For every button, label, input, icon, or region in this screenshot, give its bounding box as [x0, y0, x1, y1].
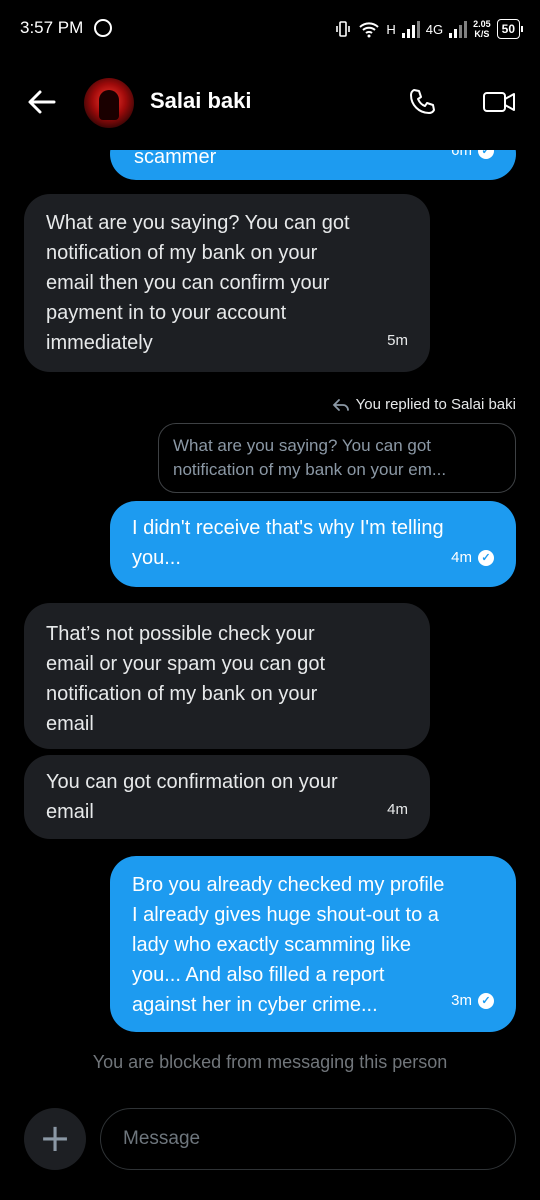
avatar-figure	[99, 90, 119, 120]
back-arrow-icon[interactable]	[24, 84, 60, 120]
message-time: 4m	[387, 801, 408, 818]
chat-header: Salai baki	[0, 60, 540, 150]
message-meta: 4m ✓	[451, 543, 494, 573]
blocked-notice: You are blocked from messaging this pers…	[92, 1052, 448, 1072]
message-time: 3m	[451, 992, 472, 1009]
video-camera-icon[interactable]	[482, 88, 516, 116]
message-bubble-received[interactable]: You can got confirmation on your email 4…	[24, 755, 430, 839]
signal-icon	[401, 20, 420, 38]
message-composer: +	[0, 1100, 540, 1180]
reply-label: You replied to Salai baki	[332, 396, 516, 413]
add-attachment-button[interactable]: +	[24, 1108, 86, 1170]
message-input[interactable]	[100, 1108, 516, 1170]
message-bubble-sent[interactable]: Bro you already checked my profile I alr…	[110, 856, 516, 1032]
network-h-label: H	[386, 21, 396, 37]
read-check-icon: ✓	[478, 550, 494, 566]
status-time: 3:57 PM	[20, 18, 84, 37]
message-text: That’s not possible check your email or …	[46, 623, 326, 735]
battery-level: 50	[501, 22, 515, 36]
reply-arrow-icon	[332, 398, 349, 411]
message-bubble-received[interactable]: That’s not possible check your email or …	[24, 603, 430, 749]
reply-label-text: You replied to Salai baki	[355, 396, 516, 413]
message-time: 4m	[451, 549, 472, 566]
message-text: Bro you already checked my profile I alr…	[132, 874, 445, 1016]
message-text: You can got confirmation on your email	[46, 771, 338, 823]
read-check-icon: ✓	[478, 993, 494, 1009]
phone-icon[interactable]	[406, 86, 438, 118]
network-4g-label: 4G	[425, 21, 444, 37]
message-text: What are you saying? You can got notific…	[46, 212, 350, 354]
avatar[interactable]	[84, 78, 134, 128]
message-text: I didn't receive that's why I'm telling …	[132, 517, 444, 569]
status-bar: 3:57 PM H 4G 2.05 K/S 50	[0, 0, 540, 60]
vibrate-icon	[336, 21, 351, 37]
speed-value: 2.05	[473, 19, 491, 29]
battery-icon: 50	[496, 19, 524, 39]
contact-name[interactable]: Salai baki	[150, 88, 252, 114]
message-meta: 4m	[387, 795, 408, 825]
status-icons: H 4G 2.05 K/S 50	[334, 14, 524, 44]
message-meta: 5m	[387, 326, 408, 356]
whatsapp-icon	[94, 19, 112, 37]
speed-unit: K/S	[474, 29, 490, 39]
message-bubble-sent[interactable]: I didn't receive that's why I'm telling …	[110, 501, 516, 587]
message-time: 5m	[387, 332, 408, 349]
signal-icon-2	[449, 20, 468, 38]
quoted-message[interactable]: What are you saying? You can got notific…	[158, 423, 516, 493]
message-meta: 3m ✓	[451, 986, 494, 1016]
quoted-text: What are you saying? You can got notific…	[173, 436, 447, 479]
wifi-icon	[359, 22, 380, 38]
message-bubble-received[interactable]: What are you saying? You can got notific…	[24, 194, 430, 372]
network-speed: 2.05 K/S	[473, 19, 491, 39]
